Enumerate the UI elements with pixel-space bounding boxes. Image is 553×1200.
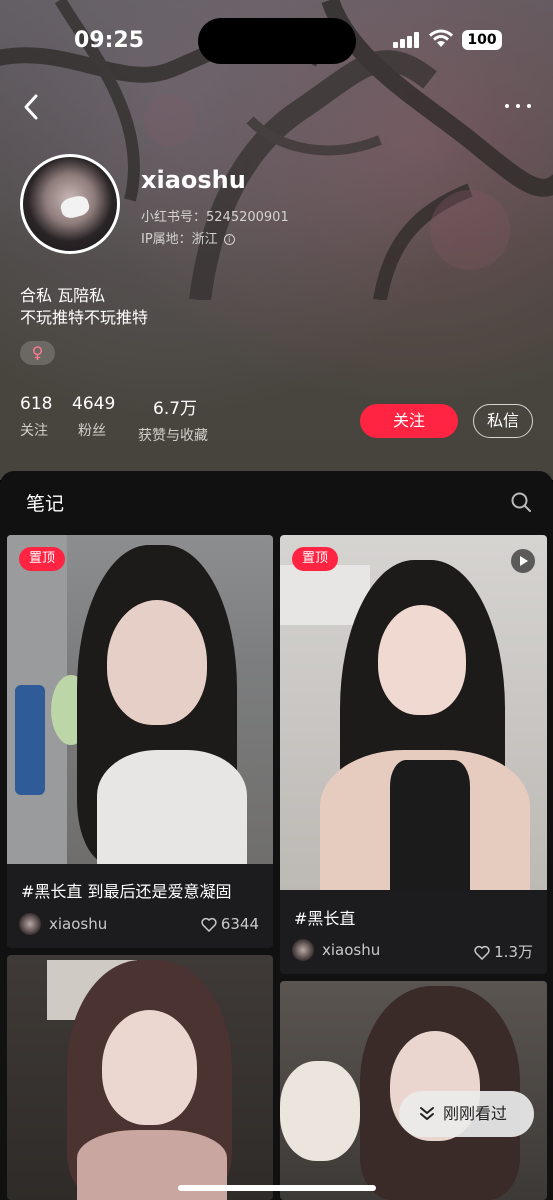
profile-username: xiaoshu — [141, 166, 246, 194]
heart-icon — [201, 917, 217, 932]
like-count[interactable]: 1.3万 — [474, 941, 533, 962]
bio-line-2: 不玩推特不玩推特 — [20, 308, 149, 327]
bio-line-1: 合私 瓦陪私 — [20, 286, 106, 305]
stat-likes-label: 获赞与收藏 — [138, 428, 208, 444]
note-title: #黑长直 — [294, 909, 356, 928]
like-count[interactable]: 6344 — [201, 915, 259, 933]
note-card[interactable]: 置顶 #黑长直 xiaoshu 1.3万 — [280, 535, 547, 974]
stat-following-value: 618 — [20, 394, 53, 414]
stat-followers-value: 4649 — [72, 394, 116, 414]
dynamic-island — [198, 18, 356, 64]
red-id: 小红书号：5245200901 — [141, 210, 289, 225]
author-avatar — [19, 913, 41, 935]
notes-tab-title[interactable]: 笔记 — [26, 489, 64, 516]
note-title: #黑长直 到最后还是爱意凝固 — [21, 882, 232, 901]
pinned-badge: 置顶 — [292, 547, 338, 571]
ip-location-text: IP属地：浙江 — [141, 232, 218, 247]
avatar[interactable] — [20, 154, 120, 254]
pinned-badge: 置顶 — [19, 547, 65, 571]
note-card[interactable] — [7, 955, 273, 1200]
search-icon[interactable] — [510, 491, 532, 513]
like-count-value: 1.3万 — [494, 943, 533, 961]
stat-following-label: 关注 — [20, 423, 48, 439]
video-play-icon — [511, 549, 535, 573]
note-author: xiaoshu — [49, 915, 108, 933]
stat-followers-label: 粉丝 — [78, 423, 106, 439]
info-icon[interactable]: i — [223, 234, 235, 245]
note-author: xiaoshu — [322, 941, 381, 959]
stat-followers[interactable]: 4649 粉丝 — [72, 394, 115, 440]
note-cover-image — [280, 535, 547, 890]
author-avatar — [292, 939, 314, 961]
recently-viewed-button[interactable]: 刚刚看过 — [399, 1091, 534, 1137]
stat-following[interactable]: 618 关注 — [20, 394, 52, 440]
status-bar: 09:25 100 — [0, 0, 553, 80]
back-arrow-icon[interactable] — [18, 92, 46, 122]
ip-location: IP属地：浙江 i — [141, 228, 235, 247]
home-indicator[interactable] — [178, 1185, 376, 1191]
stat-likes-value: 6.7万 — [153, 399, 198, 419]
like-count-value: 6344 — [220, 915, 259, 933]
message-button[interactable]: 私信 — [473, 404, 533, 438]
wifi-icon — [429, 29, 453, 47]
stat-likes-saves[interactable]: 6.7万 获赞与收藏 — [138, 394, 208, 445]
heart-icon — [474, 945, 490, 960]
gender-badge: ♀ — [20, 341, 55, 365]
follow-button[interactable]: 关注 — [360, 404, 458, 438]
more-options-icon[interactable] — [503, 100, 533, 112]
battery-indicator: 100 — [462, 30, 502, 50]
cellular-signal-icon — [393, 32, 421, 48]
note-cover-image — [7, 955, 273, 1200]
note-card[interactable]: 置顶 #黑长直 到最后还是爱意凝固 xiaoshu 6344 — [7, 535, 273, 948]
note-cover-image — [7, 535, 273, 864]
recently-viewed-label: 刚刚看过 — [443, 1104, 508, 1123]
status-time: 09:25 — [74, 28, 145, 53]
double-chevron-down-icon — [420, 1107, 434, 1120]
